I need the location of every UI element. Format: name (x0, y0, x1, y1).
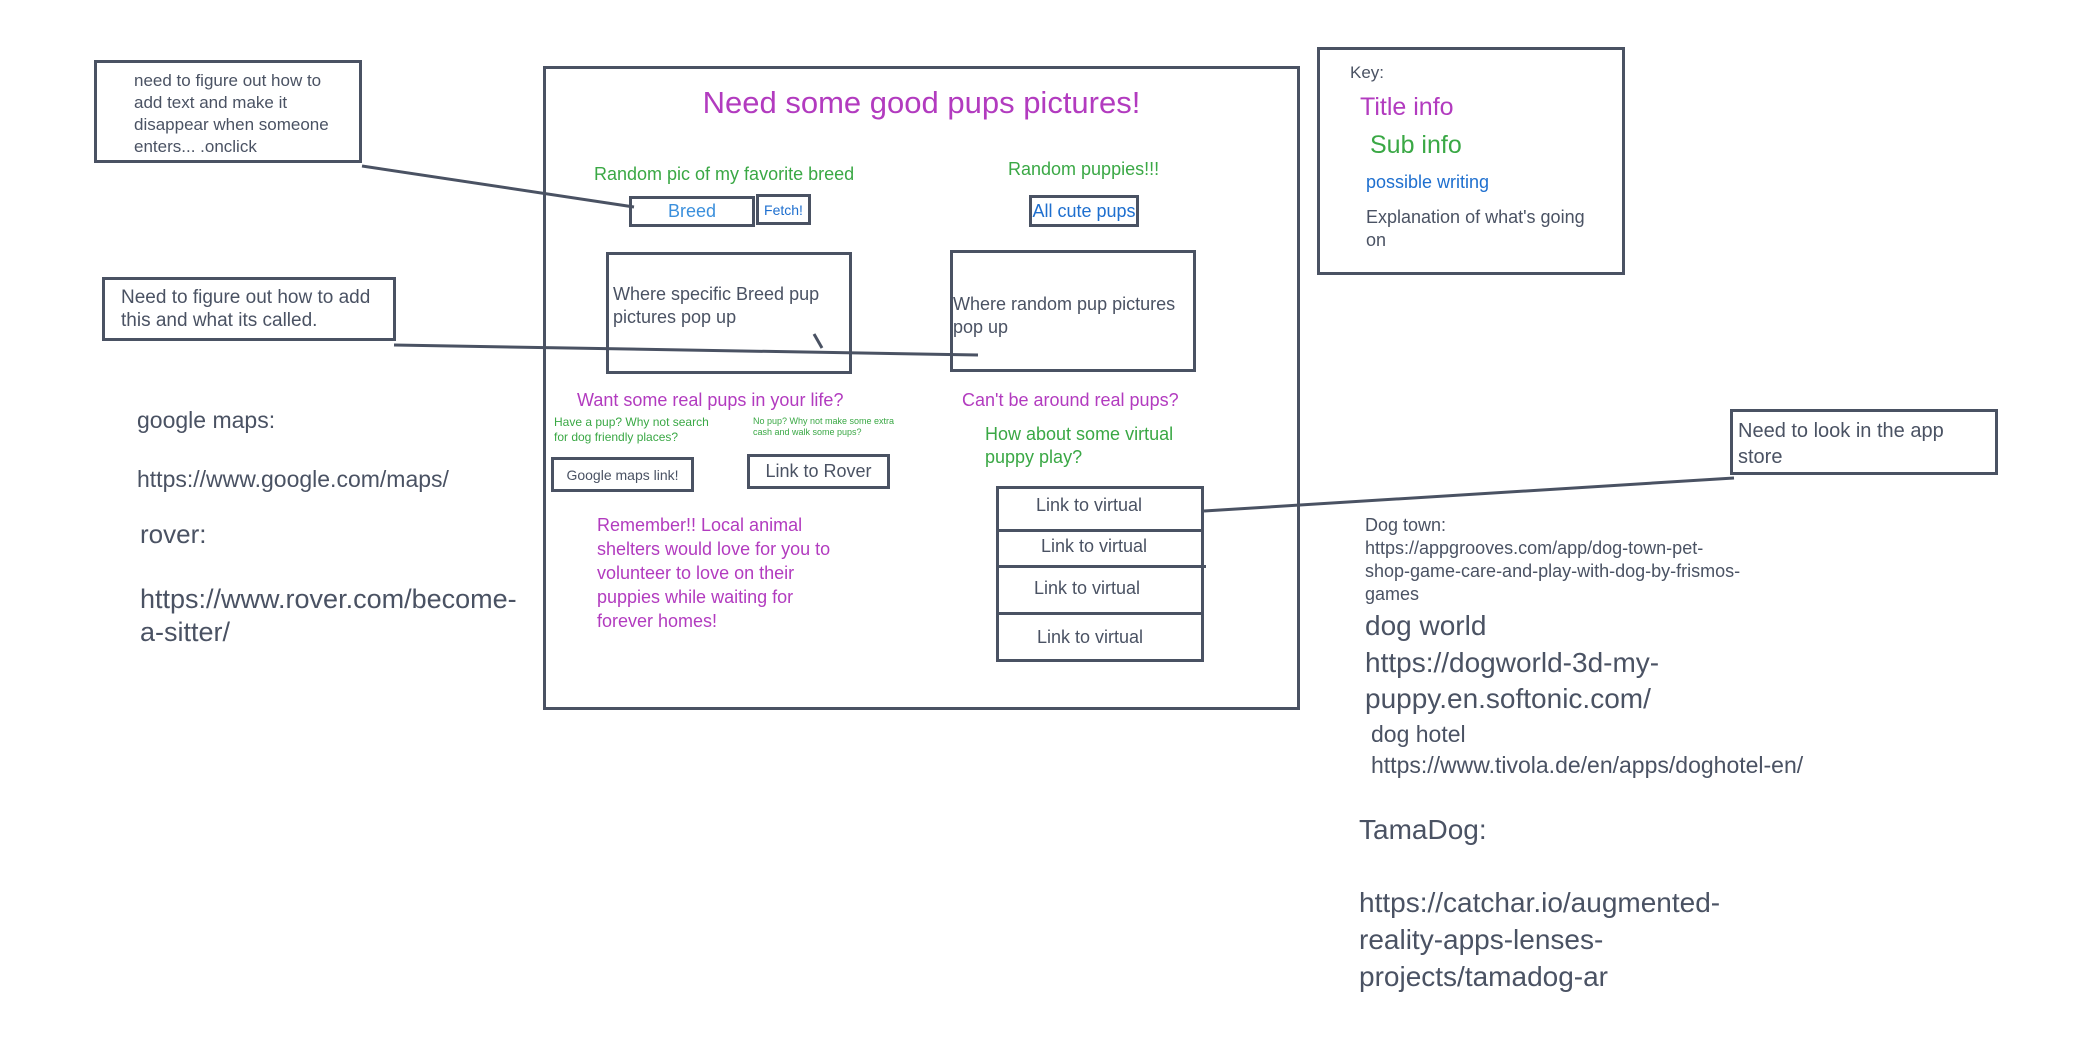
key-sub-info: Sub info (1370, 131, 1462, 159)
all-cute-pups-label: All cute pups (1032, 200, 1136, 221)
google-maps-link-button[interactable]: Google maps link! (551, 457, 694, 492)
app-store-note-box: Need to look in the app store (1730, 409, 1998, 475)
random-heading: Random puppies!!! (1008, 159, 1160, 179)
virtual-divider (999, 565, 1206, 568)
breed-heading: Random pic of my favorite breed (594, 164, 855, 184)
virtual-link-1[interactable]: Link to virtual (1036, 494, 1142, 517)
virtual-divider (999, 529, 1203, 532)
rover-label: rover: (140, 519, 207, 549)
tamadog-label: TamaDog: (1359, 814, 1487, 845)
tamadog-url[interactable]: https://catchar.io/augmented-reality-app… (1359, 884, 1789, 995)
page-title: Need some good pups pictures! (702, 85, 1141, 120)
virtual-divider (999, 612, 1203, 615)
virtual-play-heading: How about some virtual puppy play? (985, 424, 1174, 467)
all-cute-pups-button[interactable]: All cute pups (1029, 195, 1139, 227)
onclick-note-box: need to figure out how to add text and m… (94, 60, 362, 163)
dog-town-url[interactable]: https://appgrooves.com/app/dog-town-pet-… (1365, 537, 1745, 606)
fetch-button[interactable]: Fetch! (756, 194, 811, 225)
breed-input-placeholder: Breed (667, 201, 717, 221)
google-maps-url[interactable]: https://www.google.com/maps/ (137, 465, 449, 494)
no-pup-text: No pup? Why not make some extra cash and… (753, 416, 895, 438)
breed-input[interactable]: Breed (629, 196, 755, 227)
fetch-button-label: Fetch! (764, 201, 803, 218)
rover-link-label: Link to Rover (765, 461, 872, 481)
dog-world-url[interactable]: https://dogworld-3d-my-puppy.en.softonic… (1365, 645, 1695, 717)
dog-world-label: dog world (1365, 610, 1487, 641)
key-possible-writing: possible writing (1366, 172, 1490, 192)
virtual-link-3[interactable]: Link to virtual (1034, 577, 1140, 600)
dog-hotel-url[interactable]: https://www.tivola.de/en/apps/doghotel-e… (1371, 750, 1811, 781)
google-maps-label: google maps: (137, 407, 276, 433)
virtual-link-2[interactable]: Link to virtual (1041, 535, 1147, 558)
rover-link-button[interactable]: Link to Rover (747, 454, 890, 489)
key-box: Key: Title info Sub info possible writin… (1317, 47, 1625, 275)
app-store-note-text: Need to look in the app store (1738, 420, 1944, 468)
breed-pictures-box: Where specific Breed pup pictures pop up (606, 252, 852, 374)
random-pictures-box: Where random pup pictures pop up (950, 250, 1196, 372)
key-title-info: Title info (1360, 93, 1454, 121)
remember-text: Remember!! Local animal shelters would l… (597, 515, 831, 631)
cant-be-around-heading: Can't be around real pups? (962, 390, 1179, 410)
onclick-note-text: need to figure out how to add text and m… (134, 71, 329, 156)
key-label: Key: (1350, 63, 1385, 82)
virtual-link-4[interactable]: Link to virtual (1037, 626, 1143, 649)
real-pups-heading: Want some real pups in your life? (577, 390, 844, 410)
random-pictures-text: Where random pup pictures pop up (953, 294, 1176, 337)
rover-url[interactable]: https://www.rover.com/become-a-sitter/ (140, 583, 525, 649)
breed-pictures-text: Where specific Breed pup pictures pop up (613, 284, 820, 327)
have-pup-text: Have a pup? Why not search for dog frien… (554, 415, 709, 444)
add-this-note-box: Need to figure out how to add this and w… (102, 277, 396, 341)
key-explanation: Explanation of what's going on (1366, 207, 1585, 250)
google-maps-link-label: Google maps link! (566, 466, 679, 483)
dog-town-label: Dog town: (1365, 515, 1447, 535)
add-this-note-text: Need to figure out how to add this and w… (121, 287, 371, 331)
dog-hotel-label: dog hotel (1371, 721, 1466, 747)
